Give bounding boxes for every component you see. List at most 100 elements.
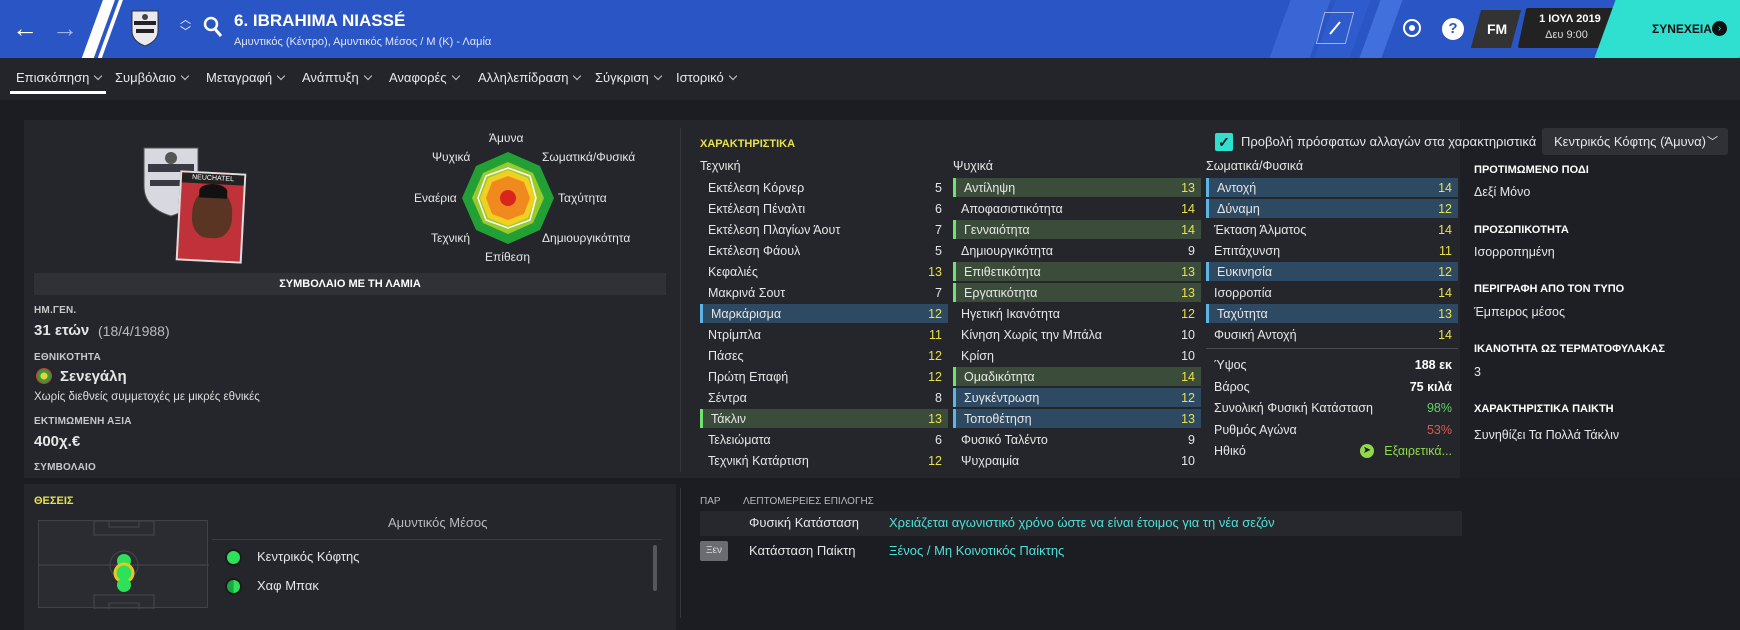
attribute-row[interactable]: Εργατικότητα 13: [953, 283, 1201, 302]
nationality-label: ΕΘΝΙΚΟΤΗΤΑ: [34, 352, 101, 363]
preferred-foot-value: Δεξί Μόνο: [1474, 185, 1531, 199]
attribute-row[interactable]: Δημιουργικότητα 9: [953, 241, 1201, 260]
attribute-row[interactable]: Δύναμη 12: [1206, 199, 1458, 218]
edit-pencil-icon[interactable]: [1315, 12, 1355, 44]
radar-label-speed: Ταχύτητα: [558, 191, 607, 205]
attribute-row[interactable]: Εκτέλεση Πλαγίων Άουτ 7: [700, 220, 948, 239]
tab-comparison[interactable]: Σύγκριση: [595, 70, 661, 85]
extra-name: Ηθικό: [1214, 444, 1246, 458]
tab-contract[interactable]: Συμβόλαιο: [115, 70, 188, 85]
forward-arrow-icon[interactable]: →: [52, 14, 78, 42]
tab-reports[interactable]: Αναφορές: [389, 70, 459, 85]
attribute-row[interactable]: Ομαδικότητα 14: [953, 367, 1201, 386]
attribute-name: Έκταση Άλματος: [1214, 223, 1307, 237]
attribute-row[interactable]: Σέντρα 8: [700, 388, 948, 407]
photo-badge-text: NEUCHATEL: [181, 172, 245, 186]
radar-label-creativity: Δημιουργικότητα: [542, 231, 631, 245]
tab-transfer[interactable]: Μεταγραφή: [206, 70, 284, 85]
scrollbar[interactable]: [653, 545, 657, 591]
selection-row-value[interactable]: Χρειάζεται αγωνιστικό χρόνο ώστε να είνα…: [889, 515, 1275, 530]
attribute-row[interactable]: Ντρίμπλα 11: [700, 325, 948, 344]
attribute-value: 14: [1438, 328, 1452, 342]
extra-value: 75 κιλά: [1409, 379, 1452, 394]
radar-label-defence: Άμυνα: [489, 131, 524, 145]
attribute-row[interactable]: Τάκλιν 13: [700, 409, 948, 428]
active-tab-indicator: [10, 91, 106, 94]
preferred-foot-label: ΠΡΟΤΙΜΩΜΕΝΟ ΠΟΔΙ: [1474, 164, 1589, 176]
attribute-row[interactable]: Κεφαλιές 13: [700, 262, 948, 281]
attribute-row[interactable]: Επιθετικότητα 13: [953, 262, 1201, 281]
attribute-name: Δύναμη: [1217, 202, 1260, 216]
attribute-row[interactable]: Φυσική Αντοχή 14: [1206, 325, 1458, 344]
attribute-name: Φυσική Αντοχή: [1214, 328, 1297, 342]
attribute-name: Μακρινά Σουτ: [708, 286, 786, 300]
attribute-row[interactable]: Κρίση 10: [953, 346, 1201, 365]
attribute-row[interactable]: Ευκινησία 12: [1206, 262, 1458, 281]
attribute-name: Αντίληψη: [964, 181, 1016, 195]
personality-value: Ισορροπημένη: [1474, 245, 1555, 259]
attribute-row[interactable]: Ηγετική Ικανότητα 12: [953, 304, 1201, 323]
attribute-row[interactable]: Τελειώματα 6: [700, 430, 948, 449]
attribute-row[interactable]: Τεχνική Κατάρτιση 12: [700, 451, 948, 470]
attribute-row[interactable]: Συγκέντρωση 12: [953, 388, 1201, 407]
attribute-value: 10: [1181, 328, 1195, 342]
attribute-value: 12: [928, 307, 942, 321]
social-feed-icon[interactable]: [1402, 18, 1422, 43]
player-name-title: 6. IBRAHIMA NIASSÉ: [234, 11, 406, 30]
attribute-row[interactable]: Κίνηση Χωρίς την Μπάλα 10: [953, 325, 1201, 344]
show-changes-checkbox[interactable]: ✓: [1215, 133, 1233, 151]
foreign-player-badge: Ξεν: [700, 541, 728, 561]
attribute-row[interactable]: Μακρινά Σουτ 7: [700, 283, 948, 302]
attribute-row[interactable]: Φυσικό Ταλέντο 9: [953, 430, 1201, 449]
club-crest-icon[interactable]: [130, 9, 160, 47]
attribute-row[interactable]: Γενναιότητα 14: [953, 220, 1201, 239]
attribute-row[interactable]: Εκτέλεση Φάουλ 5: [700, 241, 948, 260]
attribute-row[interactable]: Επιτάχυνση 11: [1206, 241, 1458, 260]
selection-row-name: Κατάσταση Παίκτη: [749, 543, 856, 558]
search-icon[interactable]: [203, 16, 223, 43]
attribute-row[interactable]: Ταχύτητα 13: [1206, 304, 1458, 323]
attribute-name: Εκτέλεση Φάουλ: [708, 244, 801, 258]
tab-development[interactable]: Ανάπτυξη: [302, 70, 371, 85]
help-icon[interactable]: ?: [1442, 18, 1464, 40]
tab-interaction[interactable]: Αλληλεπίδραση: [478, 70, 580, 85]
attribute-value: 12: [928, 349, 942, 363]
attribute-value: 5: [935, 181, 942, 195]
selection-row-value[interactable]: Ξένος / Μη Κοινοτικός Παίκτης: [889, 543, 1064, 558]
value-label: ΕΚΤΙΜΩΜΕΝΗ ΑΞΙΑ: [34, 416, 132, 427]
attribute-value: 10: [1181, 454, 1195, 468]
attribute-row[interactable]: Ψυχραιμία 10: [953, 451, 1201, 470]
attribute-row[interactable]: Αντοχή 14: [1206, 178, 1458, 197]
role-select[interactable]: Κεντρικός Κόφτης (Άμυνα) ﹀: [1542, 128, 1728, 155]
role-item[interactable]: Κεντρικός Κόφτης: [257, 549, 359, 564]
attribute-name: Ντρίμπλα: [708, 328, 761, 342]
attribute-row[interactable]: Πάσες 12: [700, 346, 948, 365]
attribute-value: 12: [1438, 265, 1452, 279]
attribute-row[interactable]: Εκτέλεση Πέναλτι 6: [700, 199, 948, 218]
attribute-row[interactable]: Αποφασιστικότητα 14: [953, 199, 1201, 218]
attribute-row[interactable]: Ισορροπία 14: [1206, 283, 1458, 302]
attribute-row[interactable]: Μαρκάρισμα 12: [700, 304, 948, 323]
date-text: 1 ΙΟΥΛ 2019: [1539, 13, 1601, 25]
fm-logo-text: FM: [1487, 21, 1508, 37]
attribute-value: 5: [935, 244, 942, 258]
attribute-value: 14: [1438, 181, 1452, 195]
attribute-row[interactable]: Αντίληψη 13: [953, 178, 1201, 197]
attribute-value: 6: [935, 202, 942, 216]
attribute-value: 7: [935, 223, 942, 237]
attribute-row[interactable]: Πρώτη Επαφή 12: [700, 367, 948, 386]
attribute-value: 14: [1438, 286, 1452, 300]
physical-extra-row: Συνολική Φυσική Κατάσταση 98%: [1206, 398, 1458, 417]
attribute-row[interactable]: Έκταση Άλματος 14: [1206, 220, 1458, 239]
continue-arrow-icon[interactable]: ›: [1712, 21, 1727, 36]
attribute-row[interactable]: Τοποθέτηση 13: [953, 409, 1201, 428]
back-arrow-icon[interactable]: ←: [12, 14, 38, 42]
attribute-name: Ηγετική Ικανότητα: [961, 307, 1060, 321]
tab-history[interactable]: Ιστορικό: [676, 70, 736, 85]
attribute-row[interactable]: Εκτέλεση Κόρνερ 5: [700, 178, 948, 197]
role-item[interactable]: Χαφ Μπακ: [257, 578, 319, 593]
attribute-value: 13: [1181, 265, 1195, 279]
tab-overview[interactable]: Επισκόπηση: [16, 70, 101, 85]
positions-heading: ΘΕΣΕΙΣ: [34, 495, 74, 507]
chevron-updown-icon[interactable]: ︿ ﹀: [180, 14, 191, 38]
